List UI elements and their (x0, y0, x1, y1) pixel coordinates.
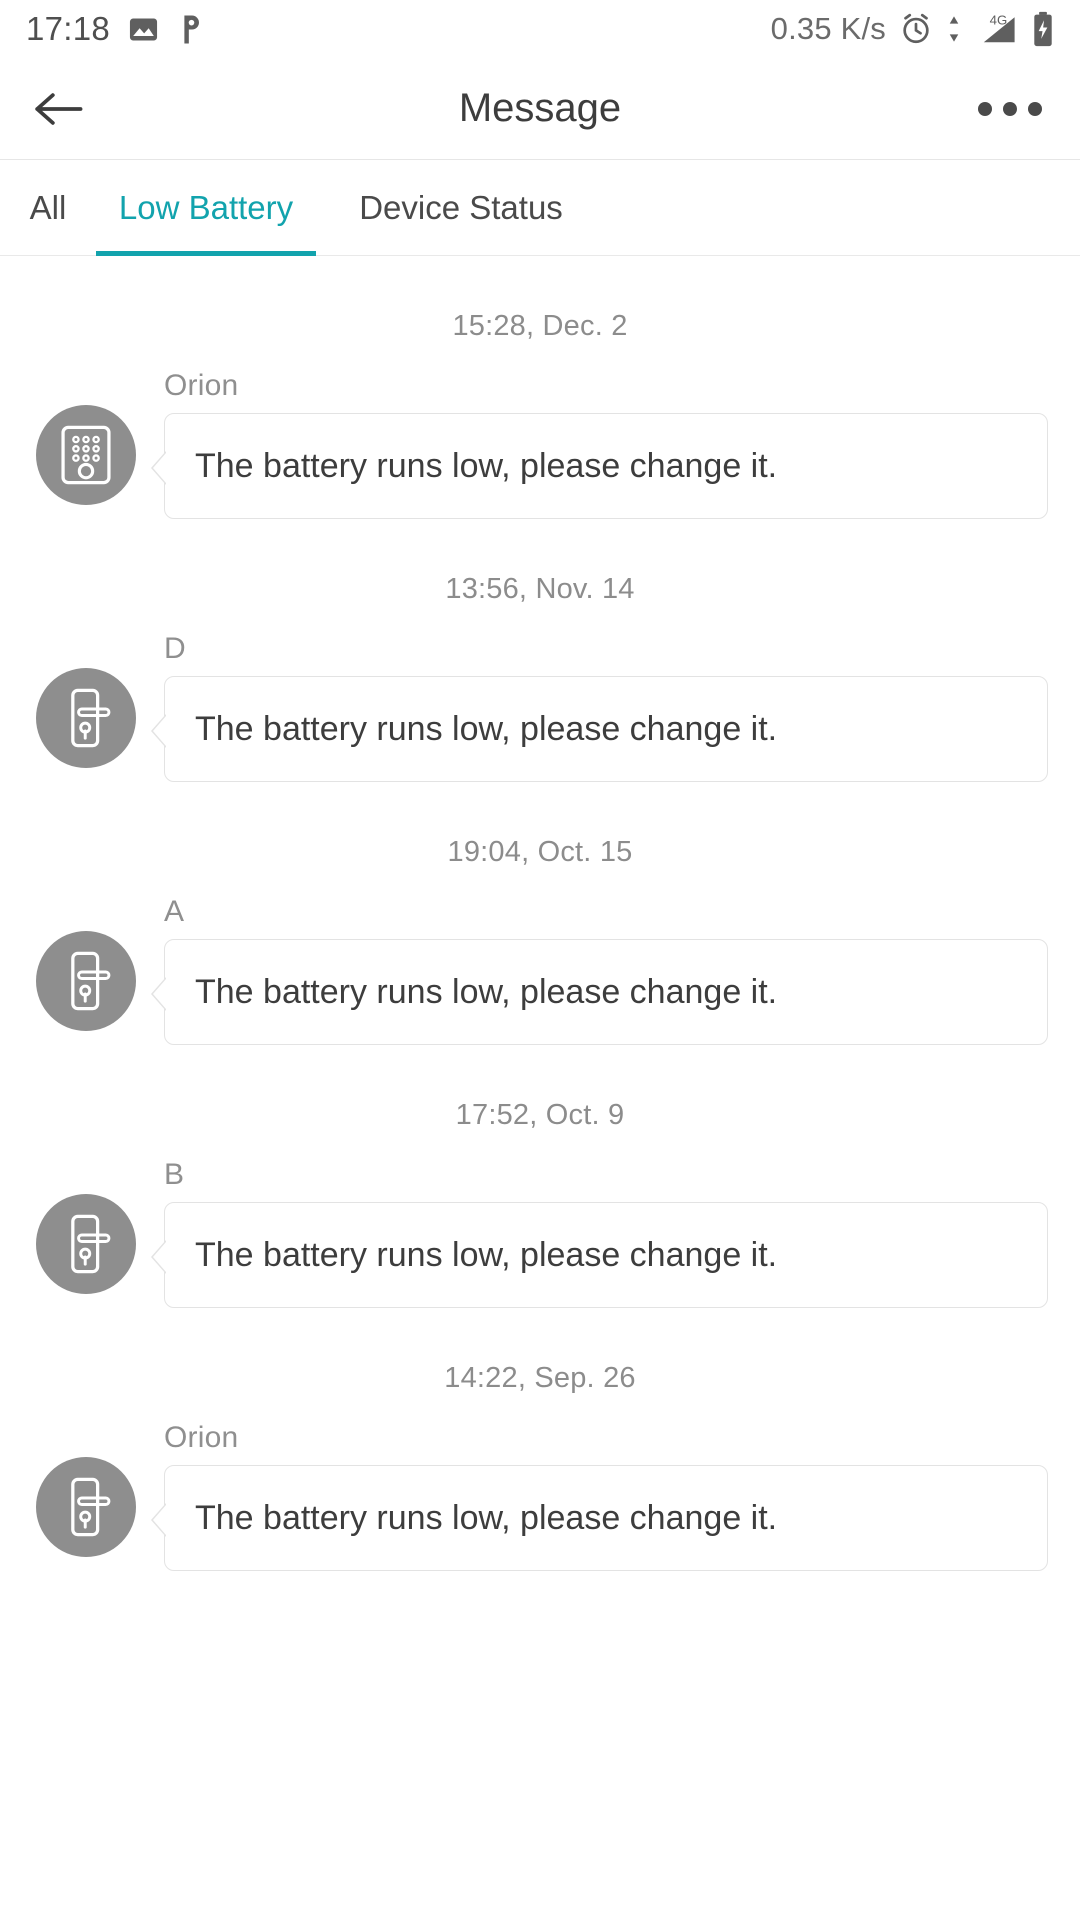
door-handle-lock-icon (58, 950, 114, 1012)
message-bubble-wrap: The battery runs low, please change it. (151, 939, 1048, 1045)
message-row[interactable]: B The battery runs low, please change it… (0, 1158, 1080, 1308)
door-handle-lock-icon (58, 1213, 114, 1275)
more-dot-icon (1028, 101, 1042, 116)
door-handle-lock-icon (58, 687, 114, 749)
message-sender: A (164, 895, 185, 928)
message-row[interactable]: Orion The battery runs low, please chang… (0, 369, 1080, 519)
avatar (36, 405, 136, 505)
message-row[interactable]: D The battery runs low, please change it… (0, 632, 1080, 782)
svg-text:4G: 4G (990, 13, 1008, 28)
tab-label: Device Status (359, 188, 563, 226)
more-dot-icon (978, 101, 992, 116)
message-timestamp: 15:28, Dec. 2 (452, 310, 628, 342)
message-group: 14:22, Sep. 26 Orion The battery runs lo… (0, 1308, 1080, 1571)
message-bubble-wrap: The battery runs low, please change it. (151, 1202, 1048, 1308)
back-button[interactable] (6, 58, 110, 159)
tab-bar: All Low Battery Device Status (0, 160, 1080, 256)
network-speed-text: 0.35 K/s (770, 11, 886, 46)
message-bubble-wrap: The battery runs low, please change it. (151, 413, 1048, 519)
tab-label: Low Battery (118, 188, 294, 226)
message-sender: D (164, 632, 186, 665)
message-timestamp: 14:22, Sep. 26 (444, 1362, 636, 1394)
door-handle-lock-icon (58, 1476, 114, 1538)
more-dot-icon (1003, 101, 1017, 116)
tab-low-battery[interactable]: Low Battery (96, 160, 316, 256)
message-body: A The battery runs low, please change it… (151, 895, 1048, 1045)
message-body: Orion The battery runs low, please chang… (151, 1421, 1048, 1571)
message-list[interactable]: 15:28, Dec. 2 Orion The battery runs low… (0, 256, 1080, 1571)
message-body: D The battery runs low, please change it… (151, 632, 1048, 782)
status-bar-left: 17:18 (26, 10, 207, 48)
keypad-lock-icon (58, 424, 114, 486)
bubble-tail-icon (149, 1240, 166, 1274)
status-bar-right: 0.35 K/s 4G (771, 11, 1054, 47)
p-app-icon (177, 13, 207, 46)
photo-icon (128, 14, 159, 45)
more-options-button[interactable] (978, 101, 1042, 116)
message-group: 19:04, Oct. 15 A The battery runs low, p… (0, 782, 1080, 1045)
message-sender: Orion (164, 369, 239, 402)
message-row[interactable]: A The battery runs low, please change it… (0, 895, 1080, 1045)
status-bar: 17:18 0.35 K/s 4G (0, 0, 1080, 58)
alarm-icon (899, 12, 933, 46)
message-timestamp: 13:56, Nov. 14 (445, 573, 635, 605)
bubble-tail-icon (149, 977, 166, 1011)
message-bubble[interactable]: The battery runs low, please change it. (164, 676, 1048, 782)
message-sender: Orion (164, 1421, 239, 1454)
app-header: Message (0, 58, 1080, 160)
message-timestamp: 19:04, Oct. 15 (447, 836, 633, 868)
tab-device-status[interactable]: Device Status (316, 160, 606, 255)
message-body: Orion The battery runs low, please chang… (151, 369, 1048, 519)
avatar (36, 1457, 136, 1557)
message-group: 13:56, Nov. 14 D The battery runs low, p… (0, 519, 1080, 782)
message-timestamp: 17:52, Oct. 9 (455, 1099, 625, 1131)
message-sender: B (164, 1158, 185, 1191)
data-transfer-icon (946, 13, 962, 45)
avatar (36, 668, 136, 768)
battery-charging-icon (1032, 11, 1054, 47)
arrow-left-icon (32, 88, 84, 130)
avatar (36, 931, 136, 1031)
avatar (36, 1194, 136, 1294)
message-bubble[interactable]: The battery runs low, please change it. (164, 1202, 1048, 1308)
message-group: 15:28, Dec. 2 Orion The battery runs low… (0, 256, 1080, 519)
bubble-tail-icon (149, 1503, 166, 1537)
message-bubble[interactable]: The battery runs low, please change it. (164, 1465, 1048, 1571)
status-time: 17:18 (26, 10, 111, 47)
message-group: 17:52, Oct. 9 B The battery runs low, pl… (0, 1045, 1080, 1308)
message-bubble-wrap: The battery runs low, please change it. (151, 1465, 1048, 1571)
signal-icon: 4G (975, 11, 1019, 47)
tab-label: All (29, 188, 67, 226)
page-title: Message (458, 86, 622, 130)
message-bubble-wrap: The battery runs low, please change it. (151, 676, 1048, 782)
bubble-tail-icon (149, 451, 166, 485)
tab-all[interactable]: All (0, 160, 96, 255)
message-bubble[interactable]: The battery runs low, please change it. (164, 939, 1048, 1045)
message-bubble[interactable]: The battery runs low, please change it. (164, 413, 1048, 519)
message-row[interactable]: Orion The battery runs low, please chang… (0, 1421, 1080, 1571)
bubble-tail-icon (149, 714, 166, 748)
message-body: B The battery runs low, please change it… (151, 1158, 1048, 1308)
